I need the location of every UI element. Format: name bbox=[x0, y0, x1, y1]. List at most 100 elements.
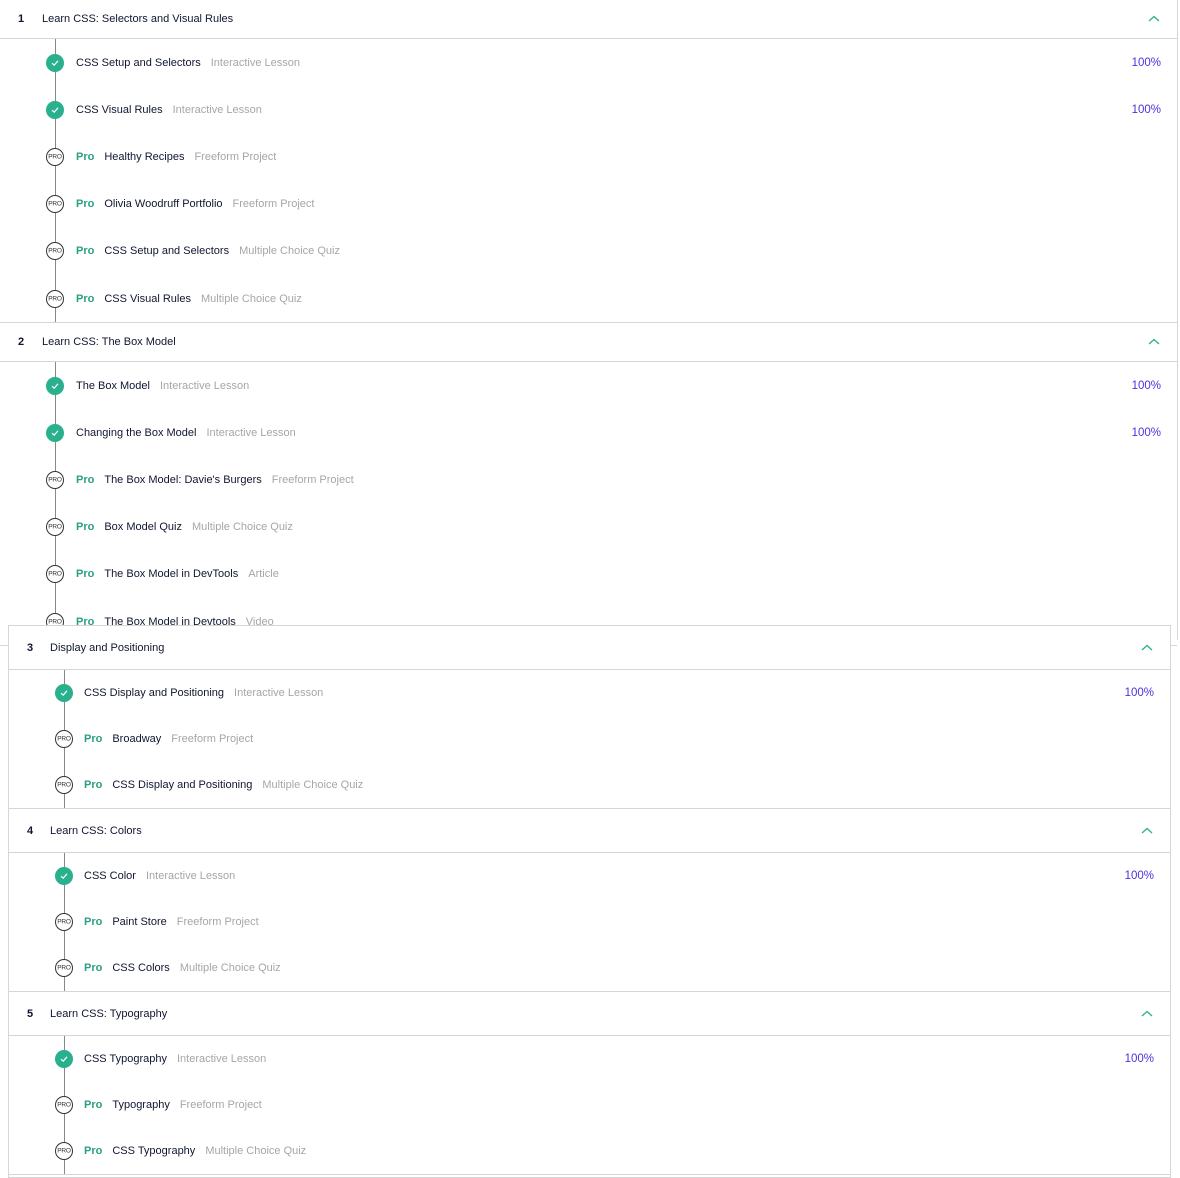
item-name: CSS Colors bbox=[112, 962, 170, 974]
item-text: Changing the Box Model Interactive Lesson bbox=[76, 427, 296, 439]
pro-badge-icon: PRO bbox=[46, 242, 64, 261]
content-item[interactable]: PRO Pro The Box Model: Davie's Burgers Free… bbox=[0, 457, 1177, 504]
syllabus-panel-bottom: 3 Display and Positioning CSS Display and … bbox=[8, 625, 1171, 1178]
item-type: Freeform Project bbox=[171, 733, 254, 745]
pro-badge-icon: PRO bbox=[46, 471, 64, 490]
pro-label: Pro bbox=[76, 474, 95, 487]
item-text: Pro CSS Colors Multiple Choice Quiz bbox=[84, 962, 281, 974]
module-header[interactable]: 5 Learn CSS: Typography bbox=[9, 992, 1170, 1036]
content-item[interactable]: PRO Pro Paint Store Freeform Project bbox=[9, 899, 1170, 945]
pro-badge-text: PRO bbox=[48, 476, 62, 484]
content-item[interactable]: The Box Model Interactive Lesson 100% bbox=[0, 362, 1177, 409]
content-item[interactable]: CSS Typography Interactive Lesson 100% bbox=[9, 1036, 1170, 1082]
chevron-up-icon[interactable] bbox=[1147, 335, 1161, 349]
item-name: CSS Display and Positioning bbox=[112, 779, 253, 791]
content-item[interactable]: PRO Pro Box Model Quiz Multiple Choice Quiz bbox=[0, 504, 1177, 551]
module-number: 2 bbox=[18, 336, 25, 349]
pro-label: Pro bbox=[76, 150, 95, 163]
content-item[interactable]: PRO Pro Broadway Freeform Project bbox=[9, 716, 1170, 762]
item-type: Interactive Lesson bbox=[206, 426, 296, 439]
pro-badge-text: PRO bbox=[57, 1147, 71, 1155]
item-type: Interactive Lesson bbox=[172, 103, 262, 116]
pro-badge-text: PRO bbox=[57, 918, 71, 926]
module-title: Learn CSS: Colors bbox=[50, 824, 142, 837]
content-item[interactable]: PRO Pro The Box Model in DevTools Article bbox=[0, 551, 1177, 598]
item-type: Multiple Choice Quiz bbox=[205, 1145, 307, 1157]
content-item[interactable]: CSS Color Interactive Lesson 100% bbox=[9, 853, 1170, 899]
pro-badge-icon: PRO bbox=[46, 289, 64, 308]
pro-badge-icon: PRO bbox=[55, 959, 73, 977]
pro-badge-icon: PRO bbox=[55, 730, 73, 748]
pro-label: Pro bbox=[76, 245, 95, 258]
item-type: Freeform Project bbox=[176, 916, 259, 928]
content-item[interactable]: PRO Pro CSS Setup and Selectors Multiple Ch… bbox=[0, 228, 1177, 275]
item-text: Pro Olivia Woodruff Portfolio Freeform Pro… bbox=[76, 198, 314, 210]
item-name: The Box Model bbox=[76, 379, 150, 392]
item-type: Freeform Project bbox=[271, 474, 354, 487]
item-text: Pro Paint Store Freeform Project bbox=[84, 916, 259, 928]
item-name: CSS Typography bbox=[84, 1053, 167, 1065]
content-item[interactable]: PRO Pro Olivia Woodruff Portfolio Freeform … bbox=[0, 181, 1177, 228]
module-header[interactable]: 1 Learn CSS: Selectors and Visual Rules bbox=[0, 0, 1177, 39]
chevron-up-icon[interactable] bbox=[1147, 12, 1161, 26]
content-item[interactable]: PRO Pro CSS Visual Rules Multiple Choice Qu… bbox=[0, 275, 1177, 322]
pro-label: Pro bbox=[76, 568, 95, 581]
completion-percent: 100% bbox=[1124, 687, 1154, 699]
pro-badge-text: PRO bbox=[48, 295, 62, 303]
pro-badge-icon: PRO bbox=[55, 913, 73, 931]
chevron-up-icon[interactable] bbox=[1140, 824, 1154, 838]
completion-percent: 100% bbox=[1131, 426, 1161, 439]
item-type: Article bbox=[248, 568, 279, 581]
check-circle-icon bbox=[55, 1050, 73, 1068]
item-type: Freeform Project bbox=[179, 1099, 262, 1111]
item-type: Multiple Choice Quiz bbox=[239, 245, 340, 258]
item-text: Pro Box Model Quiz Multiple Choice Quiz bbox=[76, 521, 293, 533]
completion-percent: 100% bbox=[1131, 379, 1161, 392]
item-type: Multiple Choice Quiz bbox=[200, 292, 302, 305]
completion-percent: 100% bbox=[1124, 1053, 1154, 1065]
module-header[interactable]: 4 Learn CSS: Colors bbox=[9, 809, 1170, 853]
item-text: CSS Display and Positioning Interactive L… bbox=[84, 687, 323, 699]
module-header[interactable]: 3 Display and Positioning bbox=[9, 626, 1170, 670]
content-item[interactable]: PRO Pro Typography Freeform Project bbox=[9, 1082, 1170, 1128]
pro-badge-icon: PRO bbox=[46, 518, 64, 537]
chevron-up-icon[interactable] bbox=[1140, 1007, 1154, 1021]
item-text: Pro Broadway Freeform Project bbox=[84, 733, 253, 745]
item-type: Interactive Lesson bbox=[176, 1053, 267, 1065]
pro-badge-text: PRO bbox=[57, 781, 71, 789]
pro-label: Pro bbox=[76, 292, 95, 305]
completion-percent: 100% bbox=[1124, 870, 1154, 882]
content-item[interactable]: PRO Pro CSS Display and Positioning Multipl… bbox=[9, 762, 1170, 808]
item-type: Interactive Lesson bbox=[159, 379, 250, 392]
content-item[interactable]: CSS Setup and Selectors Interactive Lesso… bbox=[0, 39, 1177, 86]
module-section: 3 Display and Positioning CSS Display and … bbox=[9, 626, 1170, 809]
item-name: Olivia Woodruff Portfolio bbox=[104, 198, 223, 211]
module-title: Learn CSS: Selectors and Visual Rules bbox=[42, 13, 234, 25]
item-type: Multiple Choice Quiz bbox=[192, 521, 293, 534]
chevron-up-icon[interactable] bbox=[1140, 641, 1154, 655]
content-item[interactable]: CSS Display and Positioning Interactive L… bbox=[9, 670, 1170, 716]
item-name: CSS Display and Positioning bbox=[84, 687, 225, 699]
item-text: Pro CSS Display and Positioning Multiple C… bbox=[84, 779, 363, 791]
content-item[interactable]: PRO Pro CSS Typography Multiple Choice Quiz bbox=[9, 1128, 1170, 1174]
item-name: Healthy Recipes bbox=[104, 150, 185, 163]
content-item[interactable]: PRO Pro Healthy Recipes Freeform Project bbox=[0, 133, 1177, 180]
check-circle-icon bbox=[46, 53, 64, 72]
module-title: Learn CSS: Typography bbox=[50, 1007, 168, 1020]
module-header[interactable]: 2 Learn CSS: The Box Model bbox=[0, 323, 1177, 363]
module-items: The Box Model Interactive Lesson 100% Chang… bbox=[0, 362, 1177, 646]
pro-label: Pro bbox=[84, 779, 103, 791]
item-name: CSS Visual Rules bbox=[76, 103, 163, 116]
pro-badge-text: PRO bbox=[48, 247, 62, 255]
module-number: 4 bbox=[27, 824, 34, 837]
content-item[interactable]: Changing the Box Model Interactive Lesson… bbox=[0, 409, 1177, 456]
check-circle-icon bbox=[55, 867, 73, 885]
content-item[interactable]: CSS Visual Rules Interactive Lesson 100% bbox=[0, 86, 1177, 133]
item-type: Interactive Lesson bbox=[234, 687, 324, 699]
item-name: The Box Model in DevTools bbox=[104, 568, 239, 581]
module-title: Learn CSS: The Box Model bbox=[42, 336, 176, 349]
pro-label: Pro bbox=[84, 1099, 103, 1111]
module-section: 2 Learn CSS: The Box Model The Box Model In… bbox=[0, 323, 1177, 647]
content-item[interactable]: PRO Pro CSS Colors Multiple Choice Quiz bbox=[9, 945, 1170, 991]
pro-badge-icon: PRO bbox=[46, 147, 64, 166]
